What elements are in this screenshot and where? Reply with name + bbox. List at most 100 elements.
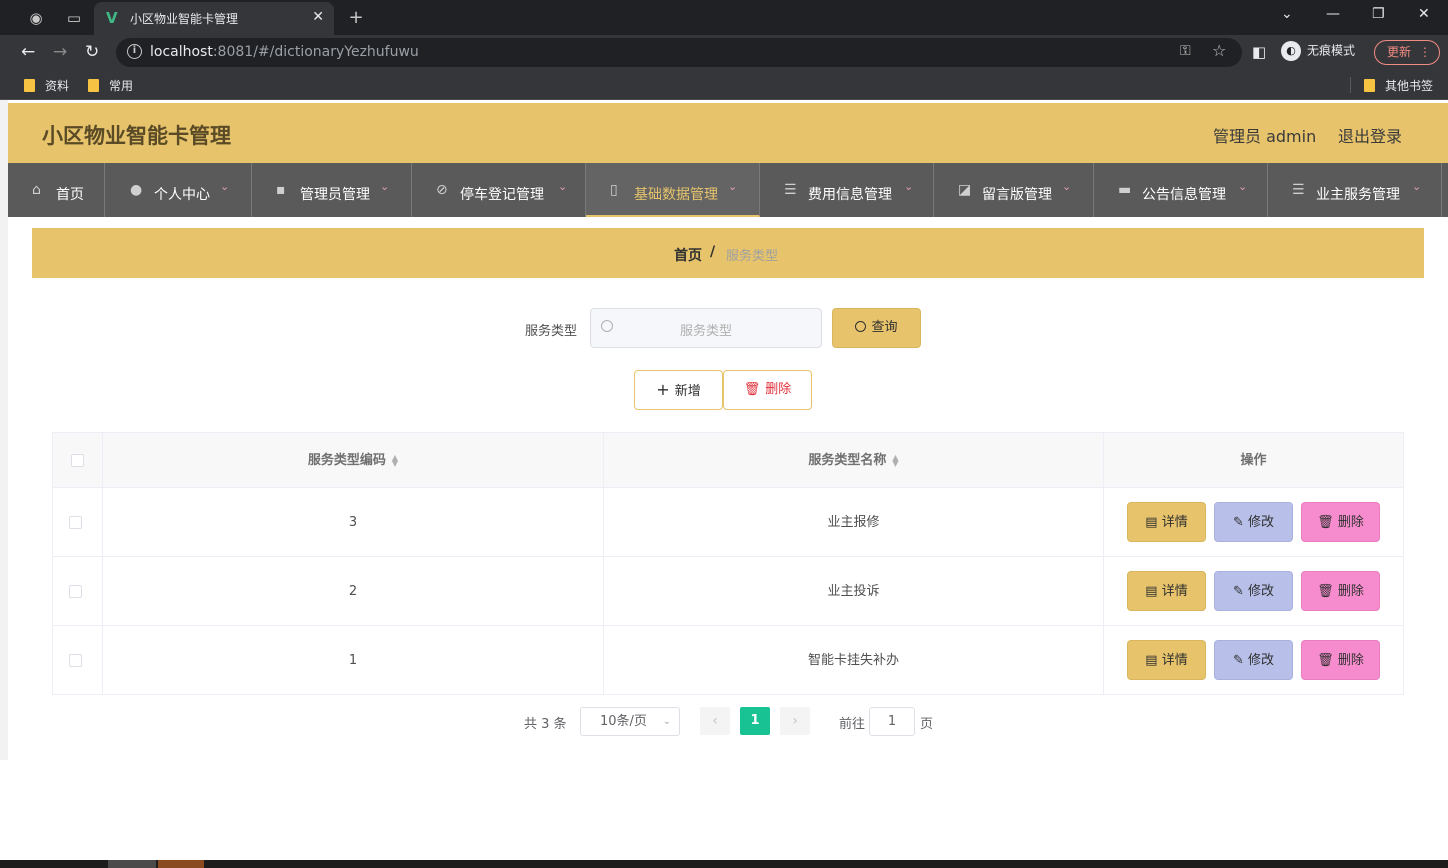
detail-button[interactable]: ▤ 详情	[1127, 571, 1206, 611]
plus-icon: +	[656, 380, 670, 399]
trash-icon: 🗑	[743, 382, 761, 397]
next-page-button[interactable]: ›	[780, 707, 810, 735]
menu-item-personal-center[interactable]: ● 个人中心 ⌄	[105, 163, 252, 217]
user-icon: ●	[130, 182, 143, 198]
url-bar[interactable]: i localhost:8081/#/dictionaryYezhufuwu ⚿…	[116, 38, 1242, 67]
row-checkbox[interactable]	[69, 585, 82, 598]
bell-off-icon: ⊘	[436, 182, 448, 198]
pencil-icon: ✎	[1232, 584, 1248, 599]
delete-button[interactable]: 🗑 删除	[1301, 640, 1380, 680]
menu-item-home[interactable]: ⌂ 首页	[8, 163, 105, 217]
query-button[interactable]: 查询	[832, 308, 921, 348]
site-info-icon[interactable]: i	[127, 44, 142, 59]
breadcrumb: 首页 / 服务类型	[32, 228, 1424, 278]
edit-button[interactable]: ✎ 修改	[1214, 571, 1293, 611]
back-icon[interactable]: ←	[21, 42, 35, 62]
globe-icon[interactable]: ◉	[26, 8, 46, 28]
star-icon[interactable]: ☆	[1212, 41, 1226, 60]
menu-item-admin-management[interactable]: ▪ 管理员管理 ⌄	[252, 163, 412, 217]
restore-icon[interactable]: ❐	[1372, 6, 1385, 22]
edit-button[interactable]: ✎ 修改	[1214, 640, 1293, 680]
cell-code: 2	[103, 557, 604, 626]
prev-page-button[interactable]: ‹	[700, 707, 730, 735]
sliders-icon: ☰	[784, 182, 797, 198]
vue-logo-icon: V	[106, 9, 118, 27]
menu-item-announcements[interactable]: ▬ 公告信息管理 ⌄	[1094, 163, 1268, 217]
sort-icon[interactable]: ▲ ▼	[392, 453, 398, 467]
cell-name: 业主报修	[604, 488, 1104, 557]
row-checkbox[interactable]	[69, 516, 82, 529]
column-header-name[interactable]: 服务类型名称 ▲ ▼	[604, 433, 1104, 488]
delete-button[interactable]: 🗑 删除	[1301, 571, 1380, 611]
update-button[interactable]: 更新 ⋮	[1374, 40, 1440, 65]
column-header-code[interactable]: 服务类型编码 ▲ ▼	[103, 433, 604, 488]
new-tab-icon[interactable]: +	[346, 8, 366, 28]
goto-page-input[interactable]: 1	[869, 707, 915, 736]
pagination-total: 共 3 条	[524, 717, 567, 732]
detail-button[interactable]: ▤ 详情	[1127, 502, 1206, 542]
forward-icon[interactable]: →	[53, 42, 67, 62]
page-size-select[interactable]: 10条/页 ⌄	[580, 707, 680, 736]
bookmark-folder-other[interactable]: 其他书签	[1364, 77, 1433, 94]
key-icon[interactable]: ⚿	[1180, 43, 1191, 59]
pencil-icon: ✎	[1232, 653, 1248, 668]
logout-link[interactable]: 退出登录	[1338, 123, 1402, 147]
minimize-icon[interactable]: —	[1326, 6, 1340, 22]
close-tab-icon[interactable]: ✕	[312, 9, 324, 25]
cell-code: 1	[103, 626, 604, 695]
main-panel: 服务类型 服务类型 查询 + 新增 🗑 删除 服务类型编码 ▲ ▼ 服务类型名称 ▲ ▼ 操…	[32, 288, 1424, 754]
table-row: 1 智能卡挂失补办 ▤ 详情 ✎ 修改 🗑 删除	[53, 626, 1403, 695]
breadcrumb-current: 服务类型	[726, 249, 779, 264]
reload-icon[interactable]: ↻	[85, 42, 99, 62]
breadcrumb-separator: /	[710, 244, 716, 260]
menu-item-fees[interactable]: ☰ 费用信息管理 ⌄	[760, 163, 934, 217]
top-nav-menu: ⌂ 首页 ● 个人中心 ⌄ ▪ 管理员管理 ⌄ ⊘ 停车登记管理 ⌄ ▯ 基础数…	[8, 163, 1448, 217]
chevron-down-icon: ⌄	[558, 180, 568, 193]
chevron-down-icon: ⌄	[662, 716, 671, 727]
menu-item-basic-data[interactable]: ▯ 基础数据管理 ⌄	[586, 163, 760, 217]
bookmark-folder-ziliao[interactable]: 资料	[24, 77, 69, 94]
search-icon	[855, 321, 867, 332]
delete-button[interactable]: 🗑 删除	[1301, 502, 1380, 542]
close-window-icon[interactable]: ✕	[1418, 6, 1430, 22]
chevron-down-icon: ⌄	[1412, 180, 1422, 193]
sort-icon[interactable]: ▲ ▼	[892, 453, 898, 467]
page-number-active[interactable]: 1	[740, 707, 770, 735]
trash-icon: 🗑	[1317, 653, 1338, 668]
bookmarks-divider	[1350, 77, 1351, 93]
tab-list-icon[interactable]: ▭	[64, 8, 84, 28]
select-all-checkbox[interactable]	[71, 454, 84, 467]
trash-icon: 🗑	[1317, 515, 1338, 530]
search-input[interactable]: 服务类型	[590, 308, 822, 348]
edit-button[interactable]: ✎ 修改	[1214, 502, 1293, 542]
page-gutter	[0, 100, 8, 760]
url-text: localhost:8081/#/dictionaryYezhufuwu	[150, 44, 419, 60]
incognito-indicator[interactable]: ◐ 无痕模式	[1281, 41, 1355, 61]
goto-suffix: 页	[920, 717, 934, 732]
taskbar-item[interactable]	[108, 860, 156, 868]
chevron-down-icon: ⌄	[1238, 180, 1248, 193]
taskbar-item[interactable]	[158, 860, 204, 868]
pencil-icon: ✎	[1232, 515, 1248, 530]
batch-delete-button[interactable]: 🗑 删除	[723, 370, 812, 410]
browser-tab-active[interactable]: V 小区物业智能卡管理 ✕	[94, 2, 334, 35]
add-button[interactable]: + 新增	[634, 370, 723, 410]
browser-toolbar: ← → ↻ i localhost:8081/#/dictionaryYezhu…	[0, 35, 1448, 70]
admin-label: 管理员 admin	[1213, 127, 1317, 146]
folder-icon	[1364, 79, 1375, 92]
detail-button[interactable]: ▤ 详情	[1127, 640, 1206, 680]
bookmark-folder-changyong[interactable]: 常用	[88, 77, 133, 94]
menu-item-parking[interactable]: ⊘ 停车登记管理 ⌄	[412, 163, 586, 217]
row-checkbox[interactable]	[69, 654, 82, 667]
reading-icon: ▬	[1118, 182, 1132, 198]
document-icon: ▤	[1145, 584, 1162, 599]
side-panel-icon[interactable]: ◧	[1252, 42, 1266, 62]
menu-item-message-board[interactable]: ◪ 留言版管理 ⌄	[934, 163, 1094, 217]
search-label: 服务类型	[525, 324, 578, 339]
tab-search-chevron-icon[interactable]: ⌄	[1281, 6, 1293, 22]
menu-item-owner-services[interactable]: ☰ 业主服务管理 ⌄	[1268, 163, 1442, 217]
breadcrumb-home[interactable]: 首页	[674, 245, 702, 265]
cell-name: 智能卡挂失补办	[604, 626, 1104, 695]
more-menu-icon[interactable]: ⋮	[1419, 41, 1431, 64]
table-row: 3 业主报修 ▤ 详情 ✎ 修改 🗑 删除	[53, 488, 1403, 557]
